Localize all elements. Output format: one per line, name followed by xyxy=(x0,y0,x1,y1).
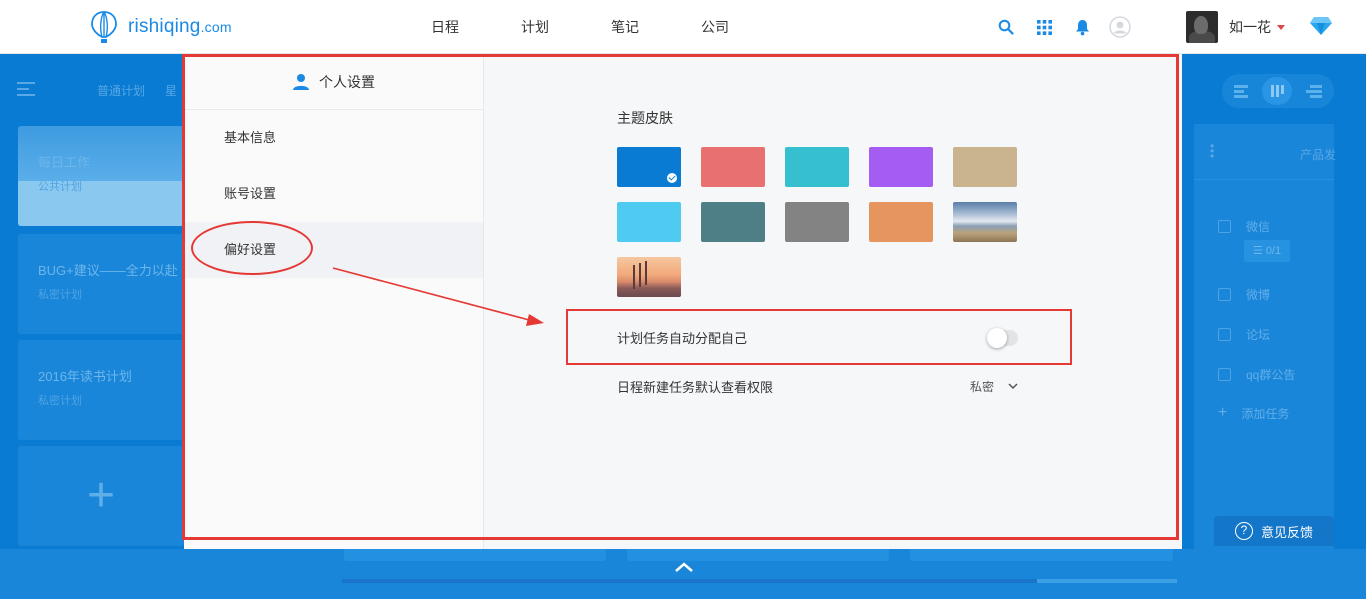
plan-card-subtitle: 私密计划 xyxy=(38,392,82,408)
subtask-count-badge: ☰ 0/1 xyxy=(1244,240,1290,262)
tab-starred-plan[interactable]: 星 xyxy=(165,82,177,99)
search-icon[interactable] xyxy=(992,15,1020,39)
theme-swatch[interactable] xyxy=(953,147,1017,187)
top-navigation-bar: rishiqing.com 日程 计划 笔记 公司 如一花 xyxy=(0,0,1366,54)
plan-card-title: 每日工作 xyxy=(38,152,90,171)
board-view-icon[interactable] xyxy=(1262,77,1292,105)
nav-item-company[interactable]: 公司 xyxy=(670,0,760,54)
theme-swatch[interactable] xyxy=(617,147,681,187)
person-icon xyxy=(292,73,310,91)
column-stub xyxy=(627,549,889,561)
task-item[interactable]: 论坛 xyxy=(1218,326,1270,343)
pref-default-permission-label: 日程新建任务默认查看权限 xyxy=(617,377,773,396)
theme-swatch-clouds-image[interactable] xyxy=(953,202,1017,242)
logo-text: rishiqing.com xyxy=(128,16,232,38)
feedback-label: 意见反馈 xyxy=(1261,522,1313,541)
balloon-logo-icon xyxy=(90,10,118,44)
chevron-down-icon[interactable] xyxy=(1277,25,1285,30)
add-task-label: 添加任务 xyxy=(1241,405,1289,422)
bottom-strip xyxy=(0,549,1366,599)
user-menu[interactable]: 如一花 xyxy=(1186,11,1285,43)
nav-item-plan[interactable]: 计划 xyxy=(490,0,580,54)
default-permission-value: 私密 xyxy=(970,378,994,395)
chevron-up-icon[interactable] xyxy=(674,561,694,573)
chevron-down-icon xyxy=(1008,383,1018,390)
task-item[interactable]: qq群公告 xyxy=(1218,366,1295,383)
feedback-button[interactable]: ? 意见反馈 xyxy=(1214,516,1334,546)
pref-auto-assign-row: 计划任务自动分配自己 xyxy=(567,312,1072,364)
default-permission-select[interactable]: 私密 xyxy=(970,378,1018,395)
theme-swatch[interactable] xyxy=(617,202,681,242)
theme-section-title: 主题皮肤 xyxy=(617,108,673,128)
plan-card-subtitle: 私密计划 xyxy=(38,286,82,302)
theme-swatch[interactable] xyxy=(785,202,849,242)
task-item[interactable]: 微博 xyxy=(1218,286,1270,303)
view-switch xyxy=(1222,74,1334,108)
plan-card-bug-suggestions[interactable]: BUG+建议——全力以赴 私密计划 xyxy=(18,234,184,334)
toggle-knob xyxy=(987,328,1007,348)
task-checkbox[interactable] xyxy=(1218,328,1231,341)
theme-swatch[interactable] xyxy=(701,202,765,242)
theme-swatch-sunset-image[interactable] xyxy=(617,257,681,297)
sidebar-item-account-settings[interactable]: 账号设置 xyxy=(184,166,483,222)
bell-icon[interactable] xyxy=(1068,15,1096,39)
check-icon xyxy=(667,173,677,183)
header-icons xyxy=(992,15,1144,39)
personal-settings-modal: 个人设置 基本信息 账号设置 偏好设置 主题皮肤 计划任务自动分配自己 日程新建… xyxy=(184,54,1182,549)
pref-default-permission-row: 日程新建任务默认查看权限 私密 xyxy=(567,365,1072,407)
task-item-label: 微信 xyxy=(1246,218,1270,235)
scrollbar-thumb[interactable] xyxy=(342,579,1037,583)
plan-card-title: BUG+建议——全力以赴 xyxy=(38,260,178,279)
question-icon: ? xyxy=(1235,522,1253,540)
task-checkbox[interactable] xyxy=(1218,220,1231,233)
task-list-header: ••• 产品发 xyxy=(1194,124,1334,180)
diamond-vip-icon[interactable] xyxy=(1309,16,1333,39)
more-vertical-icon[interactable]: ••• xyxy=(1210,144,1214,159)
horizontal-scrollbar[interactable] xyxy=(342,579,1177,583)
theme-swatch[interactable] xyxy=(785,147,849,187)
pref-auto-assign-label: 计划任务自动分配自己 xyxy=(617,328,747,347)
column-stub xyxy=(910,549,1173,561)
theme-swatch[interactable] xyxy=(869,147,933,187)
preferences-content: 主题皮肤 计划任务自动分配自己 日程新建任务默认查看权限 私密 xyxy=(484,54,1182,549)
sidebar-item-basic-info[interactable]: 基本信息 xyxy=(184,110,483,166)
user-name[interactable]: 如一花 xyxy=(1229,17,1271,37)
settings-title: 个人设置 xyxy=(319,72,375,92)
list-view-icon[interactable] xyxy=(1226,77,1256,105)
task-checkbox[interactable] xyxy=(1218,368,1231,381)
plan-card-subtitle: 公共计划 xyxy=(38,178,82,194)
menu-icon[interactable] xyxy=(17,82,35,100)
task-list-title: 产品发 xyxy=(1300,146,1336,163)
add-task-button[interactable]: + 添加任务 xyxy=(1218,404,1289,422)
task-item-label: 微博 xyxy=(1246,286,1270,303)
task-list-panel: ••• 产品发 微信 ☰ 0/1 微博 论坛 qq群公告 + 添加任务 xyxy=(1194,124,1334,549)
plan-card-daily-work[interactable]: 每日工作 公共计划 xyxy=(18,126,184,226)
settings-sidebar: 个人设置 基本信息 账号设置 偏好设置 xyxy=(184,54,484,549)
nav-item-notes[interactable]: 笔记 xyxy=(580,0,670,54)
theme-swatch[interactable] xyxy=(701,147,765,187)
column-stub xyxy=(344,549,606,561)
gantt-view-icon[interactable] xyxy=(1300,77,1330,105)
nav-item-schedule[interactable]: 日程 xyxy=(400,0,490,54)
main-nav: 日程 计划 笔记 公司 xyxy=(400,0,760,54)
auto-assign-toggle[interactable] xyxy=(988,330,1018,346)
task-item-label: 论坛 xyxy=(1246,326,1270,343)
add-plan-button[interactable]: + xyxy=(18,446,184,546)
task-item-label: qq群公告 xyxy=(1246,366,1295,383)
tab-normal-plan[interactable]: 普通计划 xyxy=(97,82,145,99)
task-item[interactable]: 微信 xyxy=(1218,218,1270,235)
settings-header: 个人设置 xyxy=(184,54,483,110)
plan-card-reading-2016[interactable]: 2016年读书计划 私密计划 xyxy=(18,340,184,440)
plan-card-title: 2016年读书计划 xyxy=(38,366,132,385)
logo[interactable]: rishiqing.com xyxy=(90,10,232,44)
theme-swatch[interactable] xyxy=(869,202,933,242)
plus-icon: + xyxy=(1218,404,1227,422)
avatar[interactable] xyxy=(1186,11,1218,43)
task-checkbox[interactable] xyxy=(1218,288,1231,301)
user-circle-icon[interactable] xyxy=(1106,15,1134,39)
sidebar-item-preferences[interactable]: 偏好设置 xyxy=(184,222,483,278)
apps-grid-icon[interactable] xyxy=(1030,15,1058,39)
